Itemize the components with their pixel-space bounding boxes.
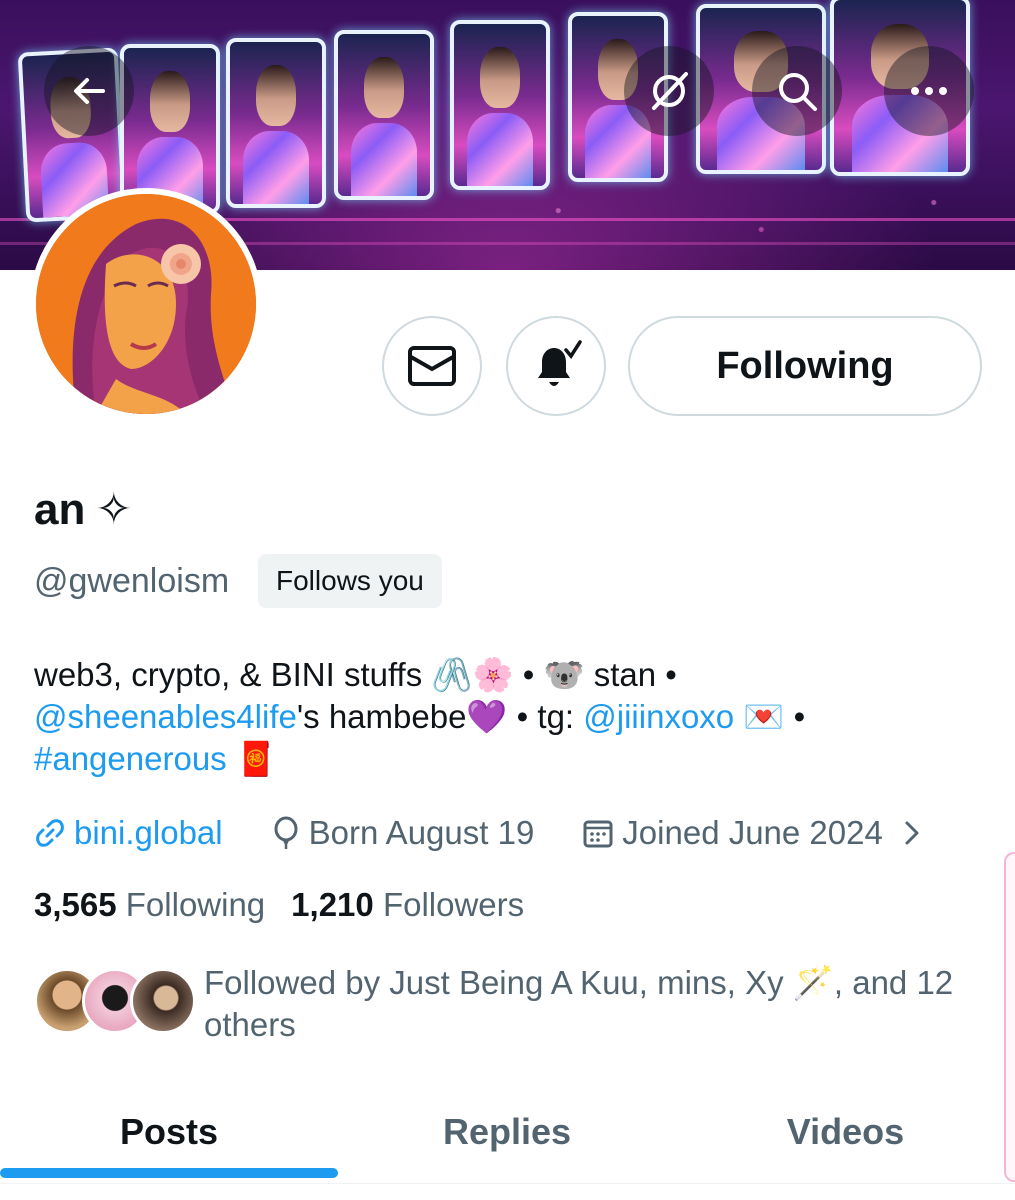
arrow-left-icon <box>74 78 105 104</box>
mutual-avatars <box>34 968 196 1038</box>
active-tab-indicator <box>0 1168 338 1178</box>
birthday: Born August 19 <box>271 814 535 852</box>
bio-line: #angenerous 🧧 <box>34 738 984 780</box>
search-icon <box>779 73 817 111</box>
followers-count: 1,210 <box>291 886 374 923</box>
tab-replies[interactable]: Replies <box>338 1080 676 1184</box>
followers-stat[interactable]: 1,210 Followers <box>291 886 524 924</box>
bio-text: 💌 • <box>734 698 806 735</box>
mail-icon <box>408 346 456 386</box>
bio-text: 's hambebe💜 • tg: <box>296 698 584 735</box>
followed-by-text: Followed by Just Being A Kuu, mins, Xy 🪄… <box>204 964 954 1043</box>
grok-button[interactable] <box>624 46 714 136</box>
display-name: an ✧ <box>34 484 132 535</box>
bio-line: web3, crypto, & BINI stuffs 🖇️🌸 • 🐨 stan… <box>34 656 677 693</box>
profile-avatar[interactable] <box>30 188 262 420</box>
search-button[interactable] <box>752 46 842 136</box>
follows-you-badge: Follows you <box>258 554 442 608</box>
following-button[interactable]: Following <box>628 316 982 416</box>
display-name-text: an <box>34 484 86 534</box>
balloon-icon <box>274 816 298 849</box>
tab-videos[interactable]: Videos <box>676 1080 1015 1184</box>
calendar-icon <box>583 820 613 848</box>
notification-bell-button[interactable] <box>506 316 606 416</box>
more-horizontal-icon <box>911 87 947 95</box>
website-text[interactable]: bini.global <box>74 814 223 852</box>
following-stat[interactable]: 3,565 Following <box>34 886 265 924</box>
following-label: Following <box>125 886 266 923</box>
followed-by-section[interactable]: Followed by Just Being A Kuu, mins, Xy 🪄… <box>34 962 984 1046</box>
joined-text: Joined June 2024 <box>622 814 883 851</box>
followers-label: Followers <box>382 886 525 923</box>
banner-screen-panel <box>450 20 550 190</box>
link-icon <box>36 819 64 847</box>
grok-icon <box>652 72 688 110</box>
bio-hashtag-link[interactable]: #angenerous <box>34 740 227 777</box>
profile-stats: 3,565 Following 1,210 Followers <box>34 886 524 924</box>
profile-bio: web3, crypto, & BINI stuffs 🖇️🌸 • 🐨 stan… <box>34 654 984 780</box>
birthday-text: Born August 19 <box>308 814 535 851</box>
joined-date[interactable]: Joined June 2024 <box>582 814 923 852</box>
bell-check-icon <box>538 340 582 386</box>
chevron-right-icon <box>905 821 919 845</box>
avatar <box>130 968 196 1034</box>
bio-mention-link[interactable]: @jiiinxoxo <box>583 698 734 735</box>
profile-meta: bini.global Born August 19 Joined June 2… <box>34 810 923 856</box>
profile-handle: @gwenloism <box>34 562 230 600</box>
following-count: 3,565 <box>34 886 117 923</box>
more-button[interactable] <box>884 46 974 136</box>
banner-screen-panel <box>334 30 434 200</box>
banner-screen-panel <box>226 38 326 208</box>
bio-line: @sheenables4life's hambebe💜 • tg: @jiiin… <box>34 696 984 738</box>
website-link[interactable]: bini.global <box>34 814 223 852</box>
back-button[interactable] <box>44 46 134 136</box>
scrollbar[interactable] <box>1004 852 1015 1182</box>
bio-mention-link[interactable]: @sheenables4life <box>34 698 297 735</box>
avatar-illustration <box>36 194 256 414</box>
bio-text: 🧧 <box>226 740 277 777</box>
sparkle-icon: ✧ <box>95 485 133 534</box>
message-button[interactable] <box>382 316 482 416</box>
avatar-portrait-icon <box>36 194 256 414</box>
